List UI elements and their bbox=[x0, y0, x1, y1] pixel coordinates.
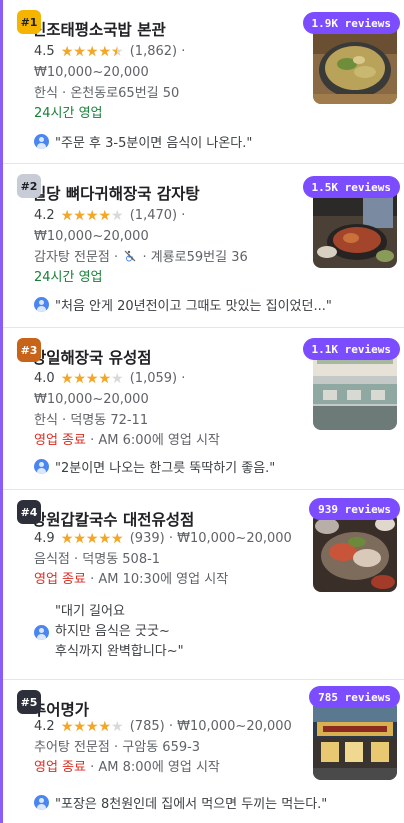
review-snippet[interactable]: "대기 길어요 하지만 음식은 굿굿~ 후식까지 완벽합니다~" bbox=[55, 602, 184, 662]
place-card[interactable]: #4 상원갑칼국수 대전유성점 4.9 ★★★★★ ★★★★★ (939) · ₩… bbox=[0, 490, 404, 680]
opening-time: · AM 8:00에 영업 시작 bbox=[85, 760, 220, 775]
category-address: 한식 · 덕명동 72-11 bbox=[34, 413, 149, 428]
review-count-badge: 1.5K reviews bbox=[302, 176, 400, 198]
user-avatar-icon bbox=[34, 134, 49, 149]
opening-time: · AM 10:30에 영업 시작 bbox=[85, 572, 229, 587]
price-range: ₩10,000~20,000 bbox=[34, 65, 149, 80]
rating-line: 4.9 ★★★★★ ★★★★★ (939) · ₩10,000~20,000 bbox=[34, 530, 292, 548]
review-text: "처음 안게 20년전이고 그때도 맛있는 집이었던..." bbox=[55, 299, 332, 314]
category-label: 감자탕 전문점 · bbox=[34, 250, 119, 265]
rating-line: 4.2 ★★★★★★★★★★ (1,470) · bbox=[34, 207, 185, 225]
place-photo[interactable] bbox=[313, 350, 397, 430]
hours-line: 24시간 영업 bbox=[34, 269, 103, 287]
place-name[interactable]: 장일해장국 유성점 bbox=[32, 346, 151, 368]
closed-status: 영업 종료 bbox=[34, 572, 86, 587]
star-rating-icon: ★★★★★★★★★★ bbox=[60, 208, 124, 224]
place-photo[interactable] bbox=[313, 700, 397, 780]
user-avatar-icon bbox=[34, 625, 49, 640]
place-card[interactable]: #3 장일해장국 유성점 4.0 ★★★★★★★★★★ (1,059) · ₩1… bbox=[0, 328, 404, 490]
closed-status: 영업 종료 bbox=[34, 433, 86, 448]
star-rating-icon: ★★★★★★★★★★ bbox=[60, 44, 124, 60]
rank-badge: #3 bbox=[17, 338, 41, 362]
opening-time: · AM 6:00에 영업 시작 bbox=[85, 433, 220, 448]
rating-line: 4.0 ★★★★★★★★★★ (1,059) · bbox=[34, 370, 185, 388]
place-card[interactable]: #1 신조태평소국밥 본관 4.5 ★★★★★★★★★★ (1,862) · ₩… bbox=[0, 0, 404, 164]
category-address: 한식 · 온천동로65번길 50 bbox=[34, 86, 180, 101]
review-snippet[interactable]: "포장은 8천원인데 집에서 먹으면 두끼는 먹는다." bbox=[34, 793, 327, 812]
review-count-badge: 785 reviews bbox=[309, 686, 400, 708]
star-rating-icon: ★★★★★★★★★★ bbox=[60, 719, 124, 735]
place-name[interactable]: 상원갑칼국수 대전유성점 bbox=[32, 508, 194, 530]
price-range: ₩10,000~20,000 bbox=[34, 392, 149, 407]
review-count: (1,470) · bbox=[129, 208, 186, 223]
address-label: · 계룡로59번길 36 bbox=[142, 250, 248, 265]
rank-badge: #2 bbox=[17, 174, 41, 198]
review-snippet[interactable]: "주문 후 3-5분이면 음식이 나온다." bbox=[34, 132, 252, 151]
rating-line: 4.2 ★★★★★★★★★★ (785) · ₩10,000~20,000 bbox=[34, 718, 292, 736]
open-status: 24시간 영업 bbox=[34, 106, 103, 121]
rating-value: 4.2 bbox=[34, 208, 55, 223]
category-address: 감자탕 전문점 · · 계룡로59번길 36 bbox=[34, 249, 248, 267]
user-avatar-icon bbox=[34, 459, 49, 474]
place-photo[interactable] bbox=[313, 188, 397, 268]
results-list: #1 신조태평소국밥 본관 4.5 ★★★★★★★★★★ (1,862) · ₩… bbox=[0, 0, 404, 823]
user-avatar-icon bbox=[34, 795, 49, 810]
review-text: "포장은 8천원인데 집에서 먹으면 두끼는 먹는다." bbox=[55, 797, 328, 812]
category-address: 음식점 · 덕명동 508-1 bbox=[34, 552, 161, 567]
hours-line: 영업 종료 · AM 10:30에 영업 시작 bbox=[34, 571, 228, 589]
star-rating-icon: ★★★★★★★★★★ bbox=[60, 531, 124, 547]
place-photo[interactable] bbox=[313, 24, 397, 104]
review-snippet[interactable]: "2분이면 나오는 한그릇 뚝딱하기 좋음." bbox=[34, 457, 275, 476]
hours-line: 영업 종료 · AM 6:00에 영업 시작 bbox=[34, 432, 220, 450]
rank-badge: #5 bbox=[17, 690, 41, 714]
hours-line: 24시간 영업 bbox=[34, 105, 103, 123]
review-text: "주문 후 3-5분이면 음식이 나온다." bbox=[55, 136, 253, 151]
review-count: (939) · ₩10,000~20,000 bbox=[129, 531, 292, 546]
place-name[interactable]: 일당 뼈다귀해장국 감자탕 bbox=[32, 182, 200, 204]
rating-value: 4.9 bbox=[34, 531, 55, 546]
rating-value: 4.2 bbox=[34, 719, 55, 734]
review-text-line: "대기 길어요 bbox=[55, 604, 125, 619]
category-address: 추어탕 전문점 · 구암동 659-3 bbox=[34, 740, 201, 755]
review-snippet[interactable]: "처음 안게 20년전이고 그때도 맛있는 집이었던..." bbox=[34, 295, 332, 314]
place-name[interactable]: 신조태평소국밥 본관 bbox=[32, 18, 166, 40]
rank-badge: #1 bbox=[17, 10, 41, 34]
review-count: (785) · ₩10,000~20,000 bbox=[129, 719, 292, 734]
review-text-line: 하지만 음식은 굿굿~ bbox=[55, 624, 170, 639]
review-count-badge: 1.1K reviews bbox=[302, 338, 400, 360]
review-count-badge: 1.9K reviews bbox=[302, 12, 400, 34]
review-text-line: 후식까지 완벽합니다~" bbox=[55, 644, 184, 659]
price-range: ₩10,000~20,000 bbox=[34, 229, 149, 244]
hours-line: 영업 종료 · AM 8:00에 영업 시작 bbox=[34, 759, 220, 777]
no-wheelchair-icon bbox=[124, 250, 136, 262]
rating-value: 4.5 bbox=[34, 44, 55, 59]
review-count: (1,862) · bbox=[129, 44, 186, 59]
rating-value: 4.0 bbox=[34, 371, 55, 386]
star-rating-icon: ★★★★★★★★★★ bbox=[60, 371, 124, 387]
rank-badge: #4 bbox=[17, 500, 41, 524]
review-count-badge: 939 reviews bbox=[309, 498, 400, 520]
review-text: "2분이면 나오는 한그릇 뚝딱하기 좋음." bbox=[55, 461, 276, 476]
rating-line: 4.5 ★★★★★★★★★★ (1,862) · bbox=[34, 43, 185, 61]
closed-status: 영업 종료 bbox=[34, 760, 86, 775]
user-avatar-icon bbox=[34, 297, 49, 312]
open-status: 24시간 영업 bbox=[34, 270, 103, 285]
place-photo[interactable] bbox=[313, 512, 397, 592]
place-card[interactable]: #2 일당 뼈다귀해장국 감자탕 4.2 ★★★★★★★★★★ (1,470) … bbox=[0, 164, 404, 328]
place-card[interactable]: #5 추어명가 4.2 ★★★★★★★★★★ (785) · ₩10,000~2… bbox=[0, 680, 404, 823]
review-count: (1,059) · bbox=[129, 371, 186, 386]
